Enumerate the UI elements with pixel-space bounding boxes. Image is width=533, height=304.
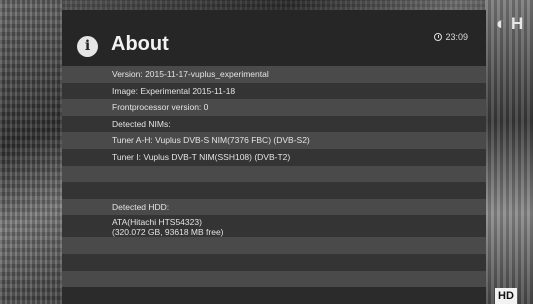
hd-badge: HD (495, 288, 517, 304)
window-header: i About 23:09 (62, 10, 486, 66)
list-item-empty (62, 182, 486, 199)
clock-icon (434, 33, 443, 41)
info-icon: i (77, 36, 98, 57)
list-item-version: Version: 2015-11-17-vuplus_experimental (62, 66, 486, 83)
list-item-detected-hdd: Detected HDD: (62, 198, 486, 216)
info-list: Version: 2015-11-17-vuplus_experimental … (62, 66, 486, 288)
list-item-empty (62, 165, 486, 183)
list-item-empty (62, 237, 486, 254)
list-item-detected-nims: Detected NIMs: (62, 115, 486, 133)
clock-time: 23:09 (445, 32, 468, 42)
list-item-tuner-ah: Tuner A-H: Vuplus DVB-S NIM(7376 FBC) (D… (62, 132, 486, 149)
hdd-model: ATA(Hitachi HTS54323) (112, 217, 202, 228)
channel-logo-text: H (511, 14, 524, 33)
list-item-empty (62, 253, 486, 271)
list-item-tuner-i: Tuner I: Vuplus DVB-T NIM(SSH108) (DVB-T… (62, 148, 486, 166)
tv-background-left (0, 0, 62, 304)
window-title: About (111, 33, 169, 55)
clock: 23:09 (434, 32, 468, 42)
list-item-frontprocessor: Frontprocessor version: 0 (62, 99, 486, 116)
hdd-capacity: (320.072 GB, 93618 MB free) (112, 227, 224, 238)
list-item-hdd: ATA(Hitachi HTS54323) (320.072 GB, 93618… (62, 215, 486, 238)
about-window: i About 23:09 Version: 2015-11-17-vuplus… (62, 10, 486, 304)
tv-background-right (485, 0, 533, 304)
list-item-image: Image: Experimental 2015-11-18 (62, 82, 486, 100)
channel-logo: ◐ H (496, 14, 524, 33)
list-item-empty (62, 270, 486, 288)
